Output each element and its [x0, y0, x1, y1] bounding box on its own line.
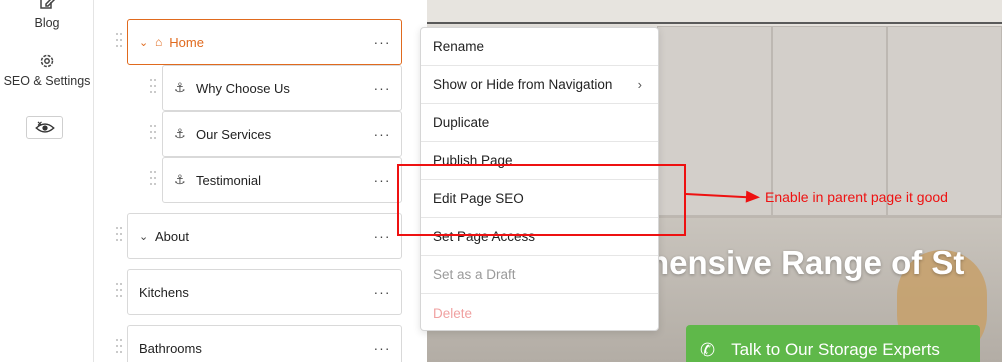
more-options-icon[interactable]: ··· — [373, 34, 391, 50]
annotation-highlight-box — [397, 164, 686, 236]
menu-item-label: Rename — [433, 39, 485, 54]
anchor-icon: ⚓ — [174, 172, 186, 187]
phone-icon: ✆ — [700, 340, 716, 360]
page-item-label: Testimonial — [196, 172, 262, 188]
page-item-why-choose-us[interactable]: ⚓ Why Choose Us ··· — [162, 65, 402, 111]
chevron-right-icon: › — [637, 77, 642, 92]
page-tree-panel: ⌄ ⌂ Home ··· ⚓ Why Choose Us ··· ⚓ Our S… — [95, 0, 427, 362]
rail-blog-label: Blog — [34, 16, 60, 30]
rail-seo-label: SEO & Settings — [3, 74, 91, 88]
more-options-icon[interactable]: ··· — [373, 126, 391, 142]
drag-handle-icon[interactable] — [150, 125, 156, 143]
hero-heading: hensive Range of St — [649, 244, 965, 281]
chevron-down-icon[interactable]: ⌄ — [139, 36, 149, 49]
drag-handle-icon[interactable] — [116, 339, 122, 357]
preview-cabinet — [887, 26, 1002, 216]
drag-handle-icon[interactable] — [150, 171, 156, 189]
menu-item-duplicate[interactable]: Duplicate — [421, 104, 658, 142]
menu-item-label: Delete — [433, 305, 473, 321]
chevron-down-icon[interactable]: ⌄ — [139, 230, 149, 243]
more-options-icon[interactable]: ··· — [373, 340, 391, 356]
more-options-icon[interactable]: ··· — [373, 228, 391, 244]
page-item-label: Home — [169, 34, 204, 50]
page-item-label: Bathrooms — [139, 340, 202, 356]
menu-item-delete: Delete — [421, 294, 658, 332]
anchor-icon: ⚓ — [174, 126, 186, 141]
hide-preview-button[interactable] — [26, 116, 63, 139]
more-options-icon[interactable]: ··· — [373, 172, 391, 188]
home-icon: ⌂ — [155, 35, 163, 49]
anchor-icon: ⚓ — [174, 80, 186, 95]
page-item-label: Our Services — [196, 126, 272, 142]
page-item-our-services[interactable]: ⚓ Our Services ··· — [162, 111, 402, 157]
rail-item-blog[interactable]: Blog — [0, 0, 94, 30]
menu-item-label: Show or Hide from Navigation — [433, 77, 613, 92]
more-options-icon[interactable]: ··· — [373, 284, 391, 300]
page-item-bathrooms[interactable]: Bathrooms ··· — [127, 325, 402, 362]
annotation-note: Enable in parent page it good — [765, 189, 948, 205]
left-rail: Blog SEO & Settings — [0, 0, 94, 362]
gear-icon — [40, 54, 54, 68]
page-item-label: Why Choose Us — [196, 80, 290, 96]
drag-handle-icon[interactable] — [150, 79, 156, 97]
page-item-about[interactable]: ⌄ About ··· — [127, 213, 402, 259]
page-item-testimonial[interactable]: ⚓ Testimonial ··· — [162, 157, 402, 203]
page-item-kitchens[interactable]: Kitchens ··· — [127, 269, 402, 315]
page-item-label: About — [155, 228, 189, 244]
drag-handle-icon[interactable] — [116, 33, 122, 51]
preview-ceiling — [427, 0, 1002, 24]
rail-item-seo-settings[interactable]: SEO & Settings — [0, 52, 94, 88]
drag-handle-icon[interactable] — [116, 283, 122, 301]
page-item-home[interactable]: ⌄ ⌂ Home ··· — [127, 19, 402, 65]
page-item-label: Kitchens — [139, 284, 189, 300]
annotation-arrow-head — [745, 190, 761, 204]
menu-item-rename[interactable]: Rename — [421, 28, 658, 66]
drag-handle-icon[interactable] — [116, 227, 122, 245]
cta-button[interactable]: ✆ Talk to Our Storage Experts — [686, 325, 980, 362]
preview-cabinet — [772, 26, 887, 216]
edit-icon — [40, 0, 56, 9]
menu-item-show-hide-navigation[interactable]: Show or Hide from Navigation › — [421, 66, 658, 104]
menu-item-set-as-draft: Set as a Draft — [421, 256, 658, 294]
menu-item-label: Duplicate — [433, 115, 490, 130]
cta-label: Talk to Our Storage Experts — [731, 340, 940, 359]
eye-off-icon — [34, 120, 55, 133]
more-options-icon[interactable]: ··· — [373, 80, 391, 96]
menu-item-label: Set as a Draft — [433, 267, 516, 282]
